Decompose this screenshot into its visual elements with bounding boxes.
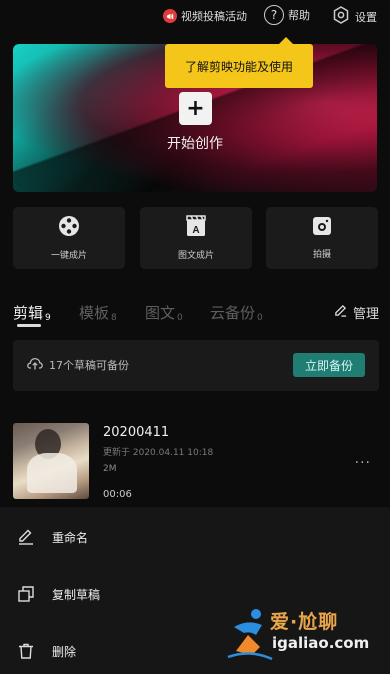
plus-icon[interactable]: +	[179, 92, 212, 125]
help-button[interactable]: ? 帮助	[264, 5, 310, 25]
backup-banner: 17个草稿可备份 立即备份	[13, 340, 379, 391]
rename-label: 重命名	[52, 530, 89, 545]
quick-action-image-text[interactable]: A 图文成片	[140, 207, 252, 269]
tab-count: 9	[45, 313, 51, 323]
trash-icon	[17, 642, 35, 660]
thumbnail-detail	[27, 453, 77, 493]
gear-icon	[331, 5, 351, 28]
duplicate-draft-label: 复制草稿	[52, 587, 101, 602]
start-create-label: 开始创作	[167, 136, 223, 152]
edit-icon	[17, 528, 35, 546]
watermark-brand: 爱·尬聊	[270, 611, 339, 633]
manage-label: 管理	[352, 307, 379, 322]
copy-icon	[17, 585, 35, 603]
tab-count: 8	[111, 313, 117, 323]
quick-action-label: 图文成片	[177, 251, 214, 261]
cloud-upload-icon	[27, 357, 43, 373]
settings-label: 设置	[355, 10, 377, 24]
quick-action-label: 一键成片	[50, 251, 87, 261]
quick-action-shoot[interactable]: 拍摄	[266, 207, 378, 269]
film-reel-icon	[58, 215, 80, 242]
delete-label: 删除	[52, 644, 77, 659]
svg-text:A: A	[192, 225, 199, 236]
more-options-icon[interactable]: ···	[355, 455, 371, 471]
draft-thumbnail[interactable]	[13, 423, 89, 499]
tab-count: 0	[177, 313, 183, 323]
top-bar: 视频投稿活动 ? 帮助 设置	[0, 0, 390, 34]
tab-label: 图文	[145, 304, 176, 322]
tab-count: 0	[257, 313, 263, 323]
promo-button[interactable]: 视频投稿活动	[163, 6, 247, 26]
quick-action-one-click[interactable]: 一键成片	[13, 207, 125, 269]
megaphone-icon	[163, 9, 177, 23]
site-watermark: 爱·尬聊 igaliao.com	[226, 603, 386, 663]
camera-icon	[312, 216, 332, 241]
rename-option[interactable]: 重命名	[0, 509, 390, 565]
tab-label: 剪辑	[13, 304, 44, 322]
help-label: 帮助	[288, 9, 310, 22]
backup-info-text: 17个草稿可备份	[49, 359, 129, 372]
backup-info: 17个草稿可备份	[27, 357, 129, 373]
draft-updated-time: 更新于 2020.04.11 10:18	[103, 448, 214, 458]
active-tab-indicator	[17, 324, 41, 327]
tab-template[interactable]: 模板 8	[79, 302, 117, 323]
backup-now-button[interactable]: 立即备份	[293, 353, 365, 377]
pencil-icon	[334, 304, 347, 321]
promo-label: 视频投稿活动	[181, 10, 247, 23]
tab-label: 云备份	[210, 304, 256, 322]
tab-cloud-backup[interactable]: 云备份 0	[210, 302, 263, 323]
tab-edit[interactable]: 剪辑 9	[13, 302, 51, 323]
tooltip-text: 了解剪映功能及使用	[184, 59, 293, 74]
watermark-url: igaliao.com	[272, 634, 370, 652]
draft-title: 20200411	[103, 425, 170, 440]
clapper-text-icon: A	[186, 215, 206, 242]
question-icon: ?	[264, 5, 284, 25]
feature-tooltip[interactable]: 了解剪映功能及使用	[165, 37, 313, 88]
draft-size: 2M	[103, 464, 117, 474]
quick-action-label: 拍摄	[312, 250, 331, 260]
draft-tabs: 剪辑 9 模板 8 图文 0 云备份 0 管理	[13, 298, 379, 330]
tab-label: 模板	[79, 304, 110, 322]
draft-duration: 00:06	[103, 489, 132, 500]
settings-button[interactable]: 设置	[331, 5, 377, 28]
tab-image-text[interactable]: 图文 0	[145, 302, 183, 323]
manage-button[interactable]: 管理	[334, 303, 379, 322]
draft-list-item[interactable]: 20200411 更新于 2020.04.11 10:18 2M 00:06 ·…	[13, 423, 379, 501]
